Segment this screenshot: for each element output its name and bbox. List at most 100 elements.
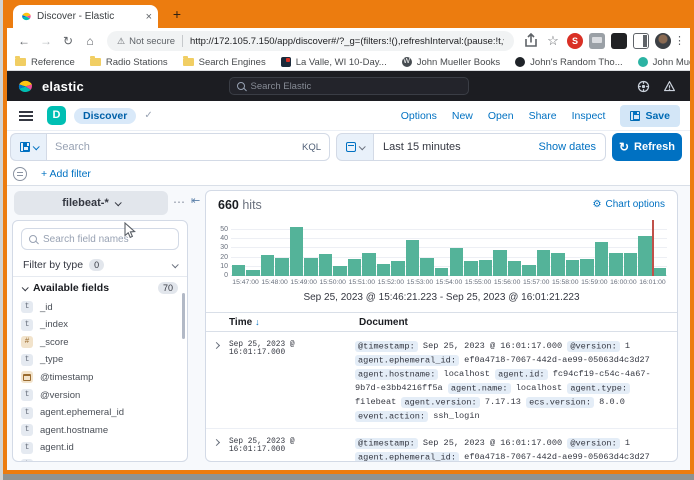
bookmark-item[interactable]: WJohn Mueller Books — [402, 57, 500, 68]
histogram-chart[interactable] — [231, 222, 667, 276]
histogram-bar[interactable] — [479, 260, 493, 276]
table-row[interactable]: Sep 25, 2023 @ 16:01:17.000@timestamp: S… — [206, 332, 677, 429]
histogram-bar[interactable] — [537, 250, 551, 276]
address-bar[interactable]: ⚠ Not secure http://172.105.7.150/app/di… — [107, 31, 514, 51]
alerts-icon[interactable] — [663, 80, 676, 93]
tab-close-icon[interactable]: × — [146, 12, 152, 22]
histogram-bar[interactable] — [333, 266, 347, 276]
expand-row-icon[interactable] — [213, 342, 220, 349]
histogram-bar[interactable] — [551, 253, 565, 276]
histogram-bar[interactable] — [290, 227, 304, 276]
kql-language-button[interactable]: KQL — [302, 142, 321, 153]
bookmark-item[interactable]: La Valle, WI 10-Day... — [281, 57, 387, 68]
time-range-control[interactable]: Last 15 minutes Show dates — [374, 133, 606, 161]
browser-content: ← → ↻ ⌂ ⚠ Not secure http://172.105.7.15… — [7, 28, 690, 470]
histogram-bar[interactable] — [464, 261, 478, 276]
bookmark-item[interactable]: John's Random Tho... — [515, 57, 622, 68]
histogram-bar[interactable] — [304, 258, 318, 276]
sidebar-scrollbar[interactable] — [182, 293, 185, 339]
field-item[interactable]: tagent.id — [21, 440, 179, 456]
histogram-bar[interactable] — [319, 254, 333, 276]
histogram-bar[interactable] — [595, 242, 609, 276]
date-picker-button[interactable] — [336, 133, 374, 161]
bookmark-item[interactable]: Search Engines — [183, 57, 266, 68]
collapse-sidebar-icon[interactable]: ⇤ — [191, 194, 200, 207]
histogram-bar[interactable] — [580, 259, 594, 276]
extension-icon-red[interactable]: S — [567, 33, 583, 49]
browser-menu-icon[interactable]: ⋮ — [674, 33, 684, 49]
field-item[interactable]: t_id — [21, 299, 179, 315]
nav-action-options[interactable]: Options — [401, 110, 437, 122]
global-search-input[interactable]: Search Elastic — [229, 77, 469, 95]
expand-row-icon[interactable] — [213, 439, 220, 446]
side-panel-icon[interactable] — [633, 33, 649, 49]
column-header-document[interactable]: Document — [359, 317, 408, 328]
histogram-bar[interactable] — [420, 258, 434, 276]
field-item[interactable]: tagent.name — [21, 457, 179, 462]
bookmark-item[interactable]: Reference — [15, 57, 75, 68]
bookmark-star-icon[interactable]: ☆ — [544, 32, 562, 50]
extension-icon-gray[interactable] — [589, 33, 605, 49]
field-item[interactable]: tagent.ephemeral_id — [21, 405, 179, 421]
histogram-bar[interactable] — [348, 259, 362, 276]
guided-setup-icon[interactable] — [637, 80, 650, 93]
histogram-bar[interactable] — [275, 258, 289, 276]
histogram-bar[interactable] — [450, 248, 464, 276]
bookmark-item[interactable]: John Mueller Books... — [638, 57, 690, 68]
forward-button[interactable]: → — [37, 32, 55, 50]
saved-query-menu-button[interactable] — [10, 133, 46, 161]
histogram-bar[interactable] — [246, 270, 260, 276]
field-item[interactable]: t_type — [21, 352, 179, 368]
browser-tab[interactable]: Discover - Elastic × — [13, 5, 158, 28]
refresh-button[interactable]: ↻ Refresh — [612, 133, 682, 161]
home-button[interactable]: ⌂ — [81, 32, 99, 50]
space-badge[interactable]: D — [47, 106, 66, 125]
histogram-bar[interactable] — [624, 253, 638, 276]
chart-options-link[interactable]: ⚙ Chart options — [593, 199, 665, 210]
histogram-bar[interactable] — [609, 253, 623, 276]
menu-hamburger-icon[interactable] — [19, 111, 33, 121]
share-icon[interactable] — [523, 33, 539, 49]
filters-icon[interactable] — [13, 167, 27, 181]
column-header-time[interactable]: Time↓ — [229, 317, 260, 328]
histogram-bar[interactable] — [566, 260, 580, 276]
histogram-bar[interactable] — [493, 250, 507, 276]
index-pattern-selector[interactable]: filebeat-* — [14, 191, 168, 215]
histogram-bar[interactable] — [653, 268, 667, 276]
histogram-bar[interactable] — [362, 253, 376, 276]
field-item[interactable]: #_score — [21, 334, 179, 350]
available-fields-header[interactable]: Available fields 70 — [13, 279, 187, 297]
nav-action-inspect[interactable]: Inspect — [572, 110, 606, 122]
query-input[interactable]: Search KQL — [46, 133, 330, 161]
filter-by-type-select[interactable]: Filter by type 0 — [13, 254, 187, 277]
histogram-bar[interactable] — [435, 268, 449, 276]
show-dates-link[interactable]: Show dates — [539, 141, 596, 153]
nav-action-new[interactable]: New — [452, 110, 473, 122]
histogram-bar[interactable] — [638, 236, 652, 276]
field-item[interactable]: @timestamp — [21, 369, 179, 385]
profile-avatar[interactable] — [655, 33, 671, 49]
histogram-bar[interactable] — [261, 255, 275, 276]
table-row[interactable]: Sep 25, 2023 @ 16:01:17.000@timestamp: S… — [206, 429, 677, 461]
histogram-bar[interactable] — [406, 240, 420, 276]
index-pattern-options-icon[interactable]: ⋯ — [173, 195, 185, 209]
histogram-bar[interactable] — [377, 264, 391, 276]
reload-button[interactable]: ↻ — [59, 32, 77, 50]
nav-action-open[interactable]: Open — [488, 110, 514, 122]
histogram-bar[interactable] — [391, 261, 405, 276]
histogram-bar[interactable] — [232, 265, 246, 276]
bookmark-item[interactable]: Radio Stations — [90, 57, 168, 68]
nav-action-share[interactable]: Share — [529, 110, 557, 122]
breadcrumb-discover[interactable]: Discover — [74, 108, 136, 124]
field-item[interactable]: t@version — [21, 387, 179, 403]
back-button[interactable]: ← — [15, 32, 33, 50]
field-item[interactable]: tagent.hostname — [21, 422, 179, 438]
extensions-puzzle-icon[interactable] — [611, 33, 627, 49]
new-tab-button[interactable]: + — [169, 7, 185, 23]
field-item[interactable]: t_index — [21, 317, 179, 333]
field-search-input[interactable]: Search field names — [21, 228, 179, 250]
save-button[interactable]: Save — [620, 105, 680, 127]
histogram-bar[interactable] — [508, 261, 522, 276]
histogram-bar[interactable] — [522, 265, 536, 276]
add-filter-link[interactable]: + Add filter — [41, 168, 91, 180]
